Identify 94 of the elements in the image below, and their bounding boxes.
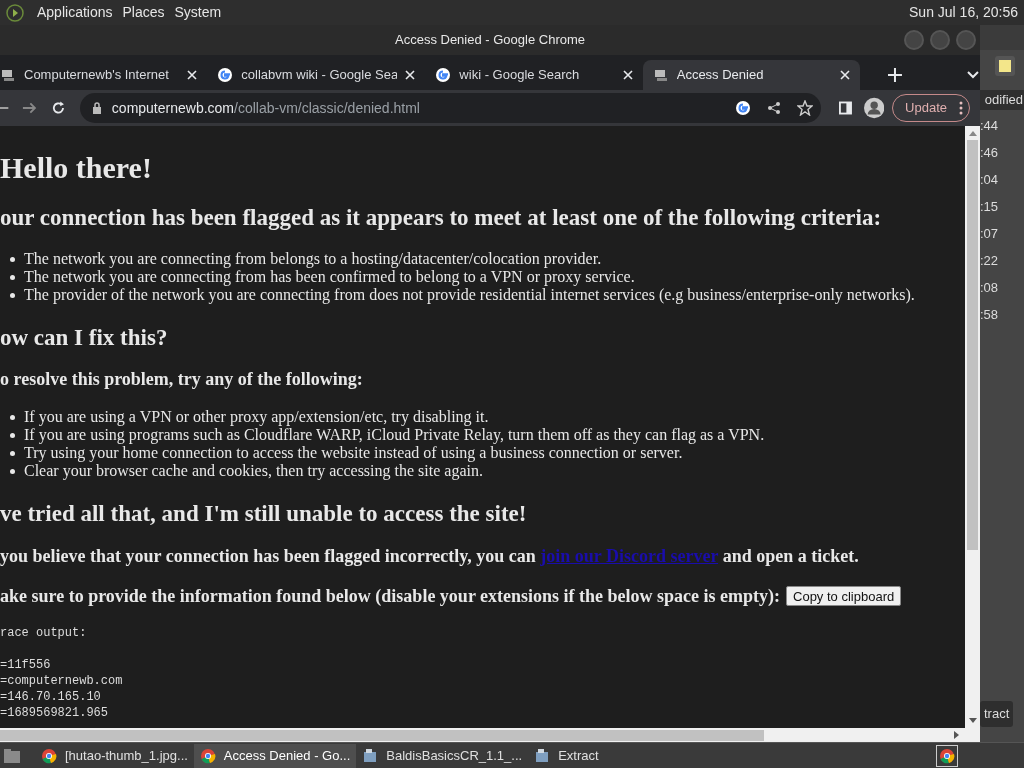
instructions-text: ake sure to provide the information found below (disable your extensions if the below space is empty):: [0, 585, 780, 607]
tab-title: wiki - Google Search: [459, 66, 581, 85]
avatar-icon: [863, 97, 885, 119]
taskbar-button[interactable]: Extract: [528, 743, 605, 768]
reload-icon: [51, 100, 66, 116]
google-icon: [435, 67, 452, 83]
time-cell-text: :44: [980, 117, 999, 135]
chrome-icon: [199, 747, 216, 764]
google-icon: [734, 100, 751, 116]
address-field[interactable]: computernewb.com/collab-vm/classic/denied.html: [79, 93, 821, 123]
clock: Sun Jul 16, 20:56: [909, 3, 1018, 22]
browser-tab[interactable]: Access Denied: [642, 60, 861, 90]
close-icon: [405, 70, 416, 80]
star-icon: [796, 100, 813, 116]
section-heading: ve tried all that, and I'm still unable to access the site!: [0, 500, 528, 528]
list-item: The network you are connecting from has been confirmed to belong to a VPN or proxy service.: [24, 268, 635, 288]
time-cell-text: :58: [980, 306, 999, 324]
folder-icon: [3, 747, 21, 764]
taskbar-button[interactable]: Access Denied - Go...: [193, 743, 357, 768]
bullet-icon: [10, 432, 15, 438]
minimize-button[interactable]: [904, 30, 924, 50]
lock-icon: [91, 102, 102, 114]
tray-button[interactable]: [936, 744, 958, 767]
bullet-icon: [10, 450, 15, 456]
copy-button[interactable]: Copy to clipboard: [786, 586, 902, 606]
close-icon: [187, 70, 198, 80]
time-cell-text: :46: [980, 144, 999, 162]
time-cell-text: :08: [980, 279, 999, 297]
time-cell-text: :15: [980, 198, 999, 216]
bullet-icon: [10, 256, 15, 262]
chrome-icon: [41, 747, 57, 764]
panel-logo-icon: [6, 3, 24, 22]
list-item: Clear your browser cache and cookies, then try accessing the site again.: [24, 462, 483, 482]
panel-menu[interactable]: Places: [117, 2, 170, 23]
side-panel-icon: [838, 101, 852, 115]
google-icon: [217, 67, 234, 83]
contact-text: you believe that your connection has been flagged incorrectly, you can join our Discord server and open a ticket.: [0, 545, 860, 567]
browser-tab[interactable]: wiki - Google Search: [425, 60, 643, 90]
maximize-button[interactable]: [930, 30, 950, 50]
browser-tab[interactable]: Computernewb's Internet: [0, 60, 208, 90]
scroll-up-icon: [968, 130, 977, 136]
section-heading: our connection has been flagged as it appears to meet at least one of the following criteria:: [0, 204, 883, 232]
trace-line: =11f556: [0, 657, 52, 673]
chrome-icon: [939, 747, 955, 764]
archive-icon: [362, 747, 379, 764]
plus-icon: [888, 68, 903, 82]
horizontal-scrollbar[interactable]: [0, 728, 980, 742]
archive-icon: [534, 747, 551, 764]
taskbar-button[interactable]: BaldisBasicsCR_1.1_...: [356, 743, 529, 768]
forward-icon: [22, 101, 38, 115]
time-cell-text: :04: [980, 171, 999, 189]
tab-title: collabvm wiki - Google Sea: [241, 66, 398, 85]
tab-title: Access Denied: [676, 66, 765, 85]
section-heading: ow can I fix this?: [0, 324, 169, 352]
time-cell-text: :07: [980, 225, 999, 243]
trace-line: =146.70.165.10: [0, 689, 102, 705]
panel-menu[interactable]: System: [169, 2, 227, 23]
scroll-down-icon: [968, 718, 977, 724]
list-item: The network you are connecting from belongs to a hosting/datacenter/colocation provider.: [24, 249, 602, 270]
list-item: Try using your home connection to access the website instead of using a business connection or server.: [24, 444, 683, 464]
bullet-icon: [10, 414, 15, 420]
trace-line: =computernewb.com: [0, 673, 124, 689]
panel-menu[interactable]: Applications: [32, 2, 118, 23]
url-text: computernewb.com/collab-vm/classic/denied.html: [111, 98, 420, 118]
trace-label: race output:: [0, 625, 88, 641]
bullet-icon: [10, 274, 15, 280]
subheading: o resolve this problem, try any of the following:: [0, 368, 364, 390]
trace-line: =1689569821.965: [0, 705, 110, 721]
computer-icon: [652, 67, 669, 83]
close-button[interactable]: [956, 30, 976, 50]
bullet-icon: [10, 292, 15, 298]
list-item: The provider of the network you are connecting from does not provide residential internet services (e.g business/enterprise-only networks).: [24, 286, 915, 306]
close-icon: [622, 70, 633, 80]
list-item: If you are using programs such as Cloudflare WARP, iCloud Private Relay, turn them off as they can flag as a VPN.: [24, 426, 765, 446]
browser-tab[interactable]: collabvm wiki - Google Sea: [207, 60, 426, 90]
column-heading: odified: [984, 91, 1023, 109]
chevron-down-icon: [966, 70, 980, 80]
window-title: Access Denied - Google Chrome: [395, 31, 585, 50]
vertical-scrollbar[interactable]: [965, 126, 980, 728]
notes-icon: [994, 55, 1016, 77]
scroll-thumb[interactable]: [967, 140, 978, 550]
scroll-right-icon: [954, 731, 960, 739]
list-item: If you are using a VPN or other proxy app/extension/etc, try disabling it.: [24, 407, 489, 428]
bullet-icon: [10, 468, 15, 474]
more-icon: [959, 101, 963, 115]
taskbar-button[interactable]: [hutao-thumb_1.jpg...: [35, 743, 194, 768]
time-cell-text: :22: [980, 252, 999, 270]
share-icon: [766, 101, 781, 115]
page-title: Hello there!: [0, 150, 153, 186]
computer-icon: [0, 67, 16, 83]
tab-title: Computernewb's Internet: [24, 66, 170, 85]
background-window-button[interactable]: tract: [980, 701, 1014, 727]
scroll-thumb[interactable]: [0, 729, 764, 741]
close-icon: [840, 70, 851, 80]
